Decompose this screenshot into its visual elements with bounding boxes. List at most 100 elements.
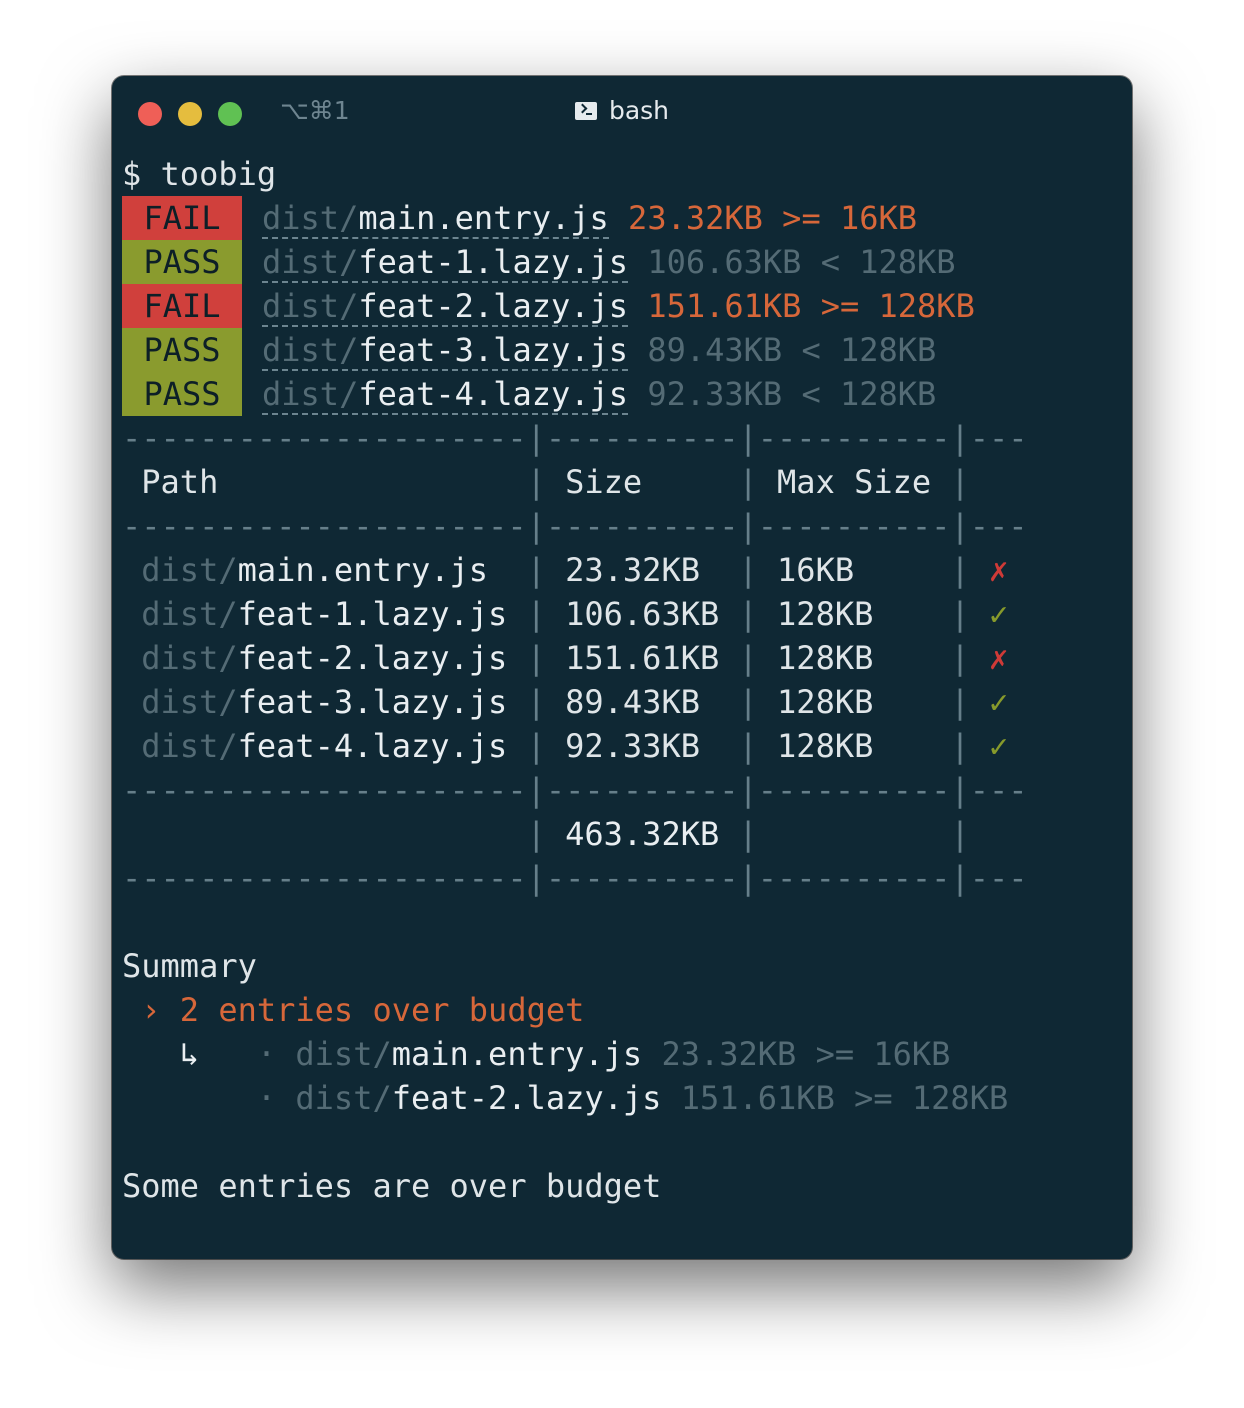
summary-heading-text: Summary [122,947,257,985]
table-total-row: | 463.32KB | | [122,812,970,856]
table-row: dist/main.entry.js | 23.32KB | 16KB | ✗ [122,548,1008,592]
result-line: FAIL dist/main.entry.js 23.32KB >= 16KB [122,196,917,240]
size-comparison: 92.33KB < 128KB [647,375,936,413]
path-file: feat-2.lazy.js [237,639,508,677]
column-divider: | [526,639,546,677]
size-value: 106.63KB [647,243,802,281]
footer-message-text: Some entries are over budget [122,1167,662,1205]
column-divider: | [950,463,970,501]
column-divider: | [738,551,758,589]
path-file: feat-4.lazy.js [237,727,508,765]
path-file: main.entry.js [391,1035,643,1073]
fail-badge: FAIL [122,284,242,328]
comparison-operator: < [820,243,840,281]
max-size-value: 128KB [859,243,956,281]
path-dir: dist/ [262,199,359,237]
column-divider: | [526,683,546,721]
table-header-row: Path | Size | Max Size | [122,460,970,504]
over-budget-text: › 2 entries over budget [141,991,585,1029]
header-max-size: Max Size [777,463,932,501]
pass-badge: PASS [122,240,242,284]
size-cell: 151.61KB [565,639,720,677]
column-divider: | [950,683,970,721]
result-path: dist/feat-1.lazy.js [262,243,629,283]
max-size-value: 128KB [839,375,937,413]
comparison-operator: >= [782,199,821,237]
column-divider: | [950,727,970,765]
path-file: feat-2.lazy.js [391,1079,662,1117]
bullet-icon: · [256,1035,277,1073]
column-divider: | [738,463,758,501]
path-dir: dist/ [262,243,359,281]
comparison-operator: >= [820,287,860,325]
table-row: dist/feat-3.lazy.js | 89.43KB | 128KB | … [122,680,1008,724]
result-line: FAIL dist/feat-2.lazy.js 151.61KB >= 128K… [122,284,975,328]
column-divider: | [526,595,546,633]
summary-over-budget: › 2 entries over budget [122,988,584,1032]
size-cell: 92.33KB [565,727,700,765]
table-row: dist/feat-2.lazy.js | 151.61KB | 128KB |… [122,636,1008,680]
result-path: dist/feat-2.lazy.js [262,287,629,327]
path-dir: dist/ [141,727,238,765]
table-separator: ---------------------|----------|-------… [122,859,1028,897]
size-comparison: 23.32KB >= 16KB [628,199,917,237]
path-dir: dist/ [295,1035,392,1073]
title-bar: ⌥⌘1 bash [112,76,1132,152]
path-dir: dist/ [141,551,238,589]
column-divider: | [526,551,546,589]
path-file: feat-1.lazy.js [237,595,508,633]
path-file: main.entry.js [237,551,489,589]
max-size-value: 128KB [878,287,975,325]
path-dir: dist/ [141,639,238,677]
header-path: Path [141,463,219,501]
summary-item: · dist/feat-2.lazy.js 151.61KB >= 128KB [122,1076,1008,1120]
fail-badge: FAIL [122,196,242,240]
path-dir: dist/ [141,595,238,633]
header-size: Size [565,463,643,501]
max-size-cell: 16KB [777,551,855,589]
column-divider: | [950,815,970,853]
size-cell: 106.63KB [565,595,720,633]
max-size-cell: 128KB [777,683,874,721]
table-separator: ---------------------|----------|-------… [122,507,1028,545]
command-prompt: $ toobig [122,155,277,193]
column-divider: | [950,595,970,633]
total-size: 463.32KB [565,815,720,853]
cross-mark-icon: ✗ [988,639,1009,677]
table-row: dist/feat-1.lazy.js | 106.63KB | 128KB |… [122,592,1008,636]
size-cell: 89.43KB [565,683,700,721]
size-comparison: 151.61KB >= 128KB [680,1079,1009,1117]
summary-item: ↳ · dist/main.entry.js 23.32KB >= 16KB [122,1032,951,1076]
size-comparison: 23.32KB >= 16KB [661,1035,951,1073]
column-divider: | [738,595,758,633]
result-line: PASS dist/feat-3.lazy.js 89.43KB < 128KB [122,328,936,372]
check-mark-icon: ✓ [988,595,1009,633]
column-divider: | [738,727,758,765]
comparison-operator: < [801,331,821,369]
size-value: 89.43KB [647,331,783,369]
pass-badge: PASS [122,328,242,372]
column-divider: | [950,551,970,589]
max-size-cell: 128KB [777,595,874,633]
path-dir: dist/ [295,1079,392,1117]
column-divider: | [950,639,970,677]
size-value: 23.32KB [628,199,763,237]
size-cell: 23.32KB [565,551,700,589]
check-mark-icon: ✓ [988,683,1009,721]
path-dir: dist/ [262,375,359,413]
return-arrow-icon: ↳ [179,1035,200,1073]
check-mark-icon: ✓ [988,727,1009,765]
result-line: PASS dist/feat-4.lazy.js 92.33KB < 128KB [122,372,936,416]
path-dir: dist/ [141,683,238,721]
path-file: main.entry.js [358,199,609,237]
column-divider: | [526,727,546,765]
path-file: feat-4.lazy.js [358,375,629,413]
table-separator: ---------------------|----------|-------… [122,419,1028,457]
size-value: 151.61KB [647,287,802,325]
summary-heading: Summary [122,944,257,988]
max-size-cell: 128KB [777,639,874,677]
comparison-operator: < [801,375,821,413]
column-divider: | [526,463,546,501]
table-row: dist/feat-4.lazy.js | 92.33KB | 128KB | … [122,724,1008,768]
result-path: dist/feat-3.lazy.js [262,331,629,371]
